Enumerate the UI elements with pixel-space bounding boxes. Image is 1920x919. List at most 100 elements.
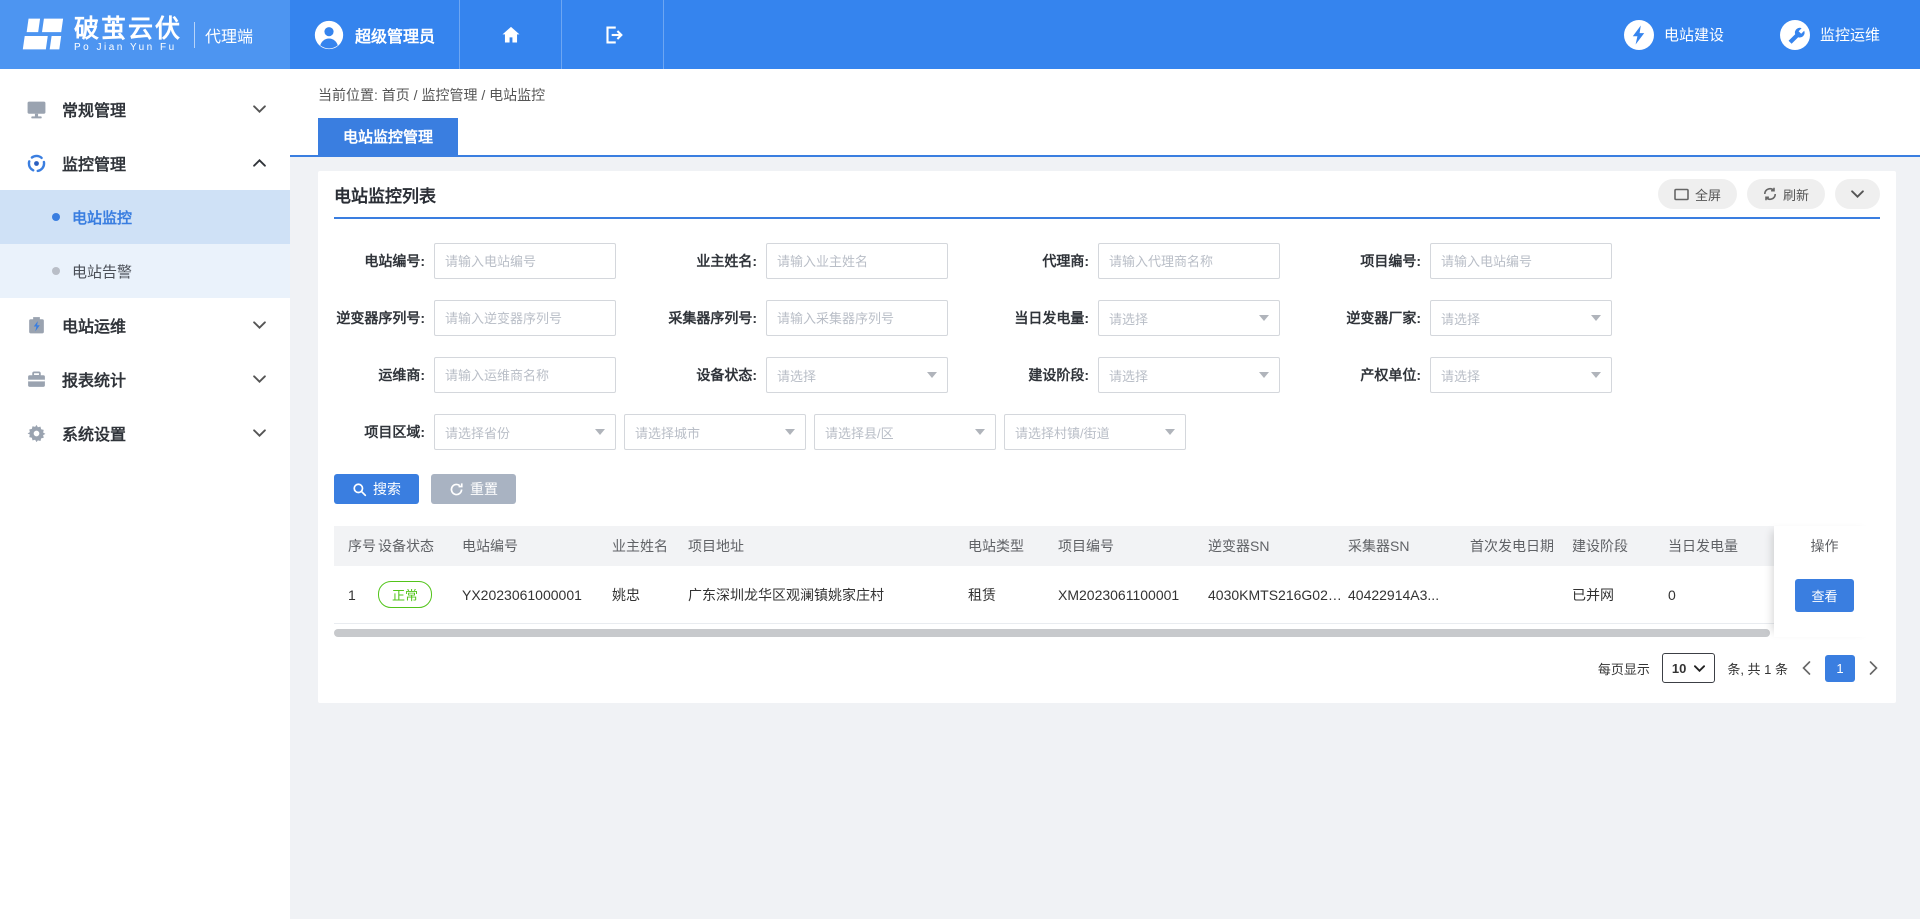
filter-label: 产权单位: (1330, 365, 1430, 385)
chevron-left-icon (1802, 661, 1811, 675)
city-select[interactable]: 请选择城市 (624, 414, 806, 450)
cell-station-no: YX2023061000001 (462, 587, 612, 603)
cell-stage: 已并网 (1572, 585, 1668, 605)
filter-inverter-sn: 逆变器序列号: (334, 300, 666, 336)
home-icon (500, 24, 522, 46)
inverter-maker-select[interactable]: 请选择 (1430, 300, 1612, 336)
col-collector-sn: 采集器SN (1348, 536, 1470, 556)
breadcrumb-prefix: 当前位置: (318, 87, 378, 103)
main-area: 当前位置: 首页 / 监控管理 / 电站监控 电站监控管理 电站监控列表 (290, 69, 1920, 919)
wrench-icon (1780, 20, 1810, 50)
page-number-current[interactable]: 1 (1825, 655, 1855, 682)
sidebar-item-system-settings[interactable]: 系统设置 (0, 406, 290, 460)
owner-name-input[interactable] (766, 243, 948, 279)
pagination: 每页显示 10 条, 共 1 条 1 (334, 653, 1880, 683)
filter-label: 项目编号: (1330, 251, 1430, 271)
filter-label: 代理商: (998, 251, 1098, 271)
county-select[interactable]: 请选择县/区 (814, 414, 996, 450)
daily-generation-select[interactable]: 请选择 (1098, 300, 1280, 336)
horizontal-scrollbar[interactable] (334, 629, 1770, 637)
monitoring-ops-button[interactable]: 监控运维 (1780, 20, 1880, 50)
select-placeholder: 请选择城市 (635, 423, 785, 442)
device-status-select[interactable]: 请选择 (766, 357, 948, 393)
home-button[interactable] (460, 0, 562, 69)
col-action: 操作 (1774, 526, 1875, 566)
breadcrumb-item-home[interactable]: 首页 (382, 87, 410, 103)
col-index: 序号 (334, 536, 378, 556)
next-page-button[interactable] (1867, 659, 1880, 677)
sidebar-item-label: 电站运维 (62, 313, 126, 337)
fullscreen-button[interactable]: 全屏 (1658, 179, 1737, 209)
collector-sn-input[interactable] (766, 300, 948, 336)
col-daily-gen: 当日发电量 (1668, 536, 1774, 556)
view-button[interactable]: 查看 (1795, 579, 1853, 612)
user-avatar-icon (314, 20, 344, 50)
caret-down-icon (1165, 429, 1175, 435)
filter-daily-generation: 当日发电量: 请选择 (998, 300, 1330, 336)
sidebar-subitem-station-monitor[interactable]: 电站监控 (0, 190, 290, 244)
caret-down-icon (785, 429, 795, 435)
filter-inverter-maker: 逆变器厂家: 请选择 (1330, 300, 1662, 336)
refresh-icon (1763, 187, 1777, 201)
property-unit-select[interactable]: 请选择 (1430, 357, 1612, 393)
select-placeholder: 请选择 (1441, 366, 1591, 385)
ops-provider-input[interactable] (434, 357, 616, 393)
sidebar-item-monitor-mgmt[interactable]: 监控管理 (0, 136, 290, 190)
logout-button[interactable] (562, 0, 664, 69)
town-select[interactable]: 请选择村镇/街道 (1004, 414, 1186, 450)
panel-toolbar: 全屏 刷新 (1658, 179, 1880, 209)
user-menu[interactable]: 超级管理员 (290, 0, 460, 69)
filter-build-stage: 建设阶段: 请选择 (998, 357, 1330, 393)
logout-icon (602, 24, 624, 46)
agent-input[interactable] (1098, 243, 1280, 279)
logo-mark-icon (18, 14, 66, 56)
filter-agent: 代理商: (998, 243, 1330, 279)
reset-button[interactable]: 重置 (431, 474, 516, 504)
sidebar-item-station-ops[interactable]: 电站运维 (0, 298, 290, 352)
sidebar-item-report-stats[interactable]: 报表统计 (0, 352, 290, 406)
network-icon (26, 153, 47, 174)
breadcrumb-item-monitor-mgmt[interactable]: 监控管理 (421, 87, 477, 103)
sidebar-subitem-station-alarm[interactable]: 电站告警 (0, 244, 290, 298)
station-monitor-panel: 电站监控列表 全屏 (318, 171, 1896, 703)
province-select[interactable]: 请选择省份 (434, 414, 616, 450)
filter-device-status: 设备状态: 请选择 (666, 357, 998, 393)
filter-row: 电站编号: 业主姓名: 代理商: 项目编号: (334, 243, 1880, 279)
select-placeholder: 请选择县/区 (825, 423, 975, 442)
inverter-sn-input[interactable] (434, 300, 616, 336)
caret-down-icon (1591, 315, 1601, 321)
table-scroll-area: 序号 设备状态 电站编号 业主姓名 项目地址 电站类型 项目编号 逆变器SN 采… (334, 526, 1774, 637)
refresh-label: 刷新 (1783, 185, 1809, 204)
per-page-select[interactable]: 10 (1662, 653, 1715, 683)
cell-type: 租赁 (968, 585, 1058, 605)
filter-station-no: 电站编号: (334, 243, 666, 279)
col-type: 电站类型 (968, 536, 1058, 556)
build-stage-select[interactable]: 请选择 (1098, 357, 1280, 393)
table-row: 1 正常 YX2023061000001 姚忠 广东深圳龙华区观澜镇姚家庄村 租… (334, 566, 1774, 624)
filter-property-unit: 产权单位: 请选择 (1330, 357, 1662, 393)
project-no-input[interactable] (1430, 243, 1612, 279)
content-area: 电站监控列表 全屏 (290, 157, 1920, 703)
bullet-dot-icon (52, 267, 60, 275)
refresh-button[interactable]: 刷新 (1747, 179, 1825, 209)
prev-page-button[interactable] (1800, 659, 1813, 677)
topbar: 破茧云伏 Po Jian Yun Fu 代理端 超级管理员 (0, 0, 1920, 69)
search-button[interactable]: 搜索 (334, 474, 419, 504)
logo: 破茧云伏 Po Jian Yun Fu 代理端 (0, 0, 290, 69)
collapse-panel-button[interactable] (1835, 179, 1880, 209)
caret-down-icon (595, 429, 605, 435)
caret-down-icon (1259, 372, 1269, 378)
lightning-icon (1624, 20, 1654, 50)
topbar-actions: 电站建设 监控运维 (1624, 0, 1920, 69)
status-badge: 正常 (378, 581, 432, 608)
tab-station-monitor-mgmt[interactable]: 电站监控管理 (318, 118, 458, 155)
sidebar-item-regular-mgmt[interactable]: 常规管理 (0, 82, 290, 136)
cell-action: 查看 (1774, 566, 1875, 624)
station-construction-label: 电站建设 (1664, 24, 1724, 45)
col-device-status: 设备状态 (378, 536, 462, 556)
cell-project-no: XM2023061100001 (1058, 587, 1208, 603)
chevron-down-icon (253, 105, 266, 113)
filter-label: 逆变器序列号: (334, 308, 434, 328)
station-construction-button[interactable]: 电站建设 (1624, 20, 1724, 50)
station-no-input[interactable] (434, 243, 616, 279)
